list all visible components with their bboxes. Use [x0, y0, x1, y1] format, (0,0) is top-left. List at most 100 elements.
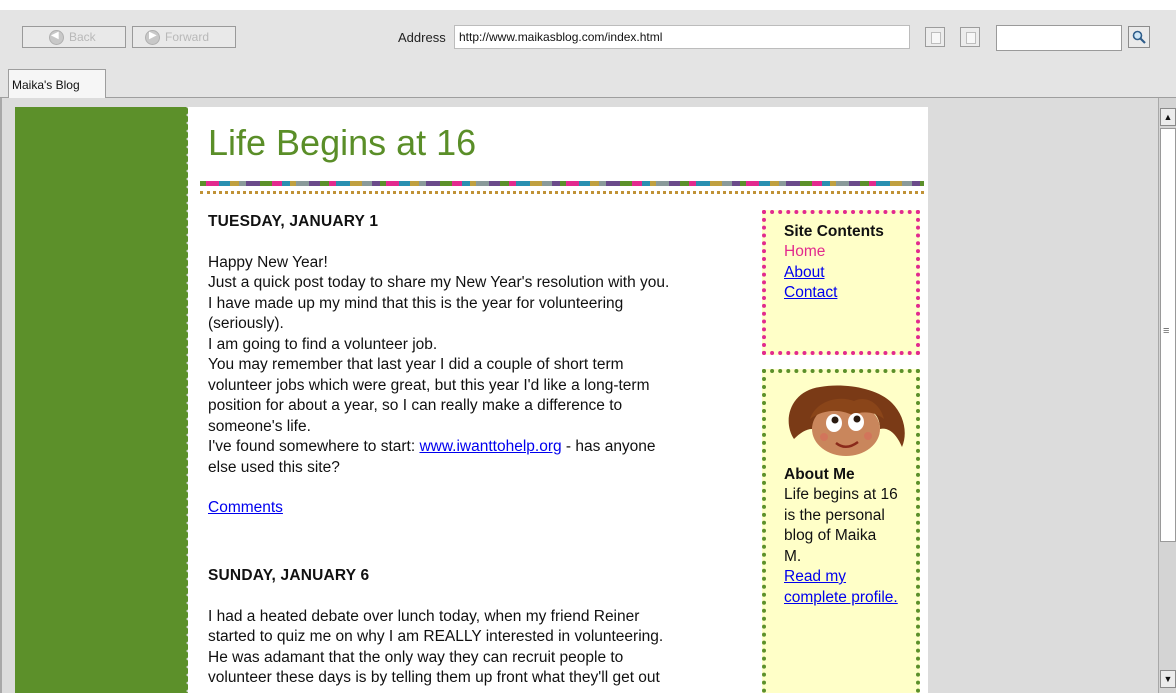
post-date: SUNDAY, JANUARY 6: [208, 567, 370, 584]
post-text: I've found somewhere to start:: [208, 438, 420, 455]
stripe-segment: [290, 181, 296, 186]
stripe-segment: [620, 181, 632, 186]
stripe-segment: [779, 181, 786, 186]
decorative-stripe: [200, 181, 924, 186]
stripe-segment: [890, 181, 902, 186]
stripe-segment: [740, 181, 746, 186]
blog-post: TUESDAY, JANUARY 1 Happy New Year! Just …: [208, 212, 728, 519]
stripe-segment: [566, 181, 579, 186]
stripe-segment: [800, 181, 812, 186]
scroll-down-icon[interactable]: ▼: [1160, 670, 1176, 688]
stripe-segment: [542, 181, 552, 186]
stripe-segment: [920, 181, 924, 186]
search-input[interactable]: [996, 25, 1122, 51]
page-viewport: Life Begins at 16 TUESDAY, JANUARY 1 Hap…: [0, 98, 1158, 693]
green-side-column: [15, 107, 186, 693]
stripe-segment: [410, 181, 419, 186]
stripe-segment: [219, 181, 230, 186]
post-line: position for about a year, so I can real…: [208, 397, 623, 414]
stripe-segment: [759, 181, 770, 186]
scroll-up-icon[interactable]: ▲: [1160, 108, 1176, 126]
stripe-segment: [470, 181, 476, 186]
stripe-segment: [476, 181, 489, 186]
about-me-title: About Me: [784, 466, 855, 483]
blog-post: SUNDAY, JANUARY 6 I had a heated debate …: [208, 566, 728, 689]
profile-link-line: complete profile.: [784, 588, 898, 606]
iwanttohelp-link[interactable]: www.iwanttohelp.org: [419, 438, 561, 455]
stripe-segment: [869, 181, 876, 186]
tab-maikas-blog[interactable]: Maika's Blog: [8, 69, 106, 98]
stripe-segment: [632, 181, 642, 186]
stripe-segment: [500, 181, 509, 186]
stripe-segment: [516, 181, 530, 186]
about-me-box: About Me Life begins at 16 is the person…: [762, 369, 920, 693]
stripe-segment: [770, 181, 779, 186]
stripe-segment: [812, 181, 822, 186]
post-line: started to quiz me on why I am REALLY in…: [208, 628, 664, 645]
stripe-segment: [452, 181, 462, 186]
avatar: [788, 385, 905, 456]
nav-link-home[interactable]: Home: [784, 242, 898, 263]
stripe-segment: [239, 181, 246, 186]
post-line: I had a heated debate over lunch today, …: [208, 607, 640, 625]
nav-link-contact[interactable]: Contact: [784, 283, 898, 304]
address-input[interactable]: http://www.maikasblog.com/index.html: [454, 25, 910, 49]
post-line: I have made up my mind that this is the …: [208, 294, 624, 312]
stripe-segment: [656, 181, 669, 186]
copy-icon[interactable]: [925, 27, 945, 47]
stripe-segment: [680, 181, 689, 186]
address-label: Address: [398, 30, 446, 45]
nav-link-about[interactable]: About: [784, 263, 898, 284]
stripe-segment: [230, 181, 239, 186]
about-line: Life begins at 16: [784, 486, 898, 503]
about-line: M.: [784, 547, 802, 565]
blog-page: Life Begins at 16 TUESDAY, JANUARY 1 Hap…: [188, 107, 928, 693]
stripe-segment: [260, 181, 272, 186]
scrollbar-thumb[interactable]: [1160, 128, 1176, 542]
about-line: is the personal: [784, 506, 885, 524]
post-date: TUESDAY, JANUARY 1: [208, 213, 379, 230]
stripe-segment: [746, 181, 759, 186]
stripe-segment: [860, 181, 869, 186]
stripe-segment: [902, 181, 912, 186]
post-line: (seriously).: [208, 315, 284, 332]
stripe-segment: [309, 181, 320, 186]
blog-title: Life Begins at 16: [208, 122, 477, 163]
site-contents-title: Site Contents: [784, 223, 884, 240]
site-contents-box: Site Contents Home About Contact: [762, 210, 920, 355]
dotted-divider: [200, 191, 924, 194]
stripe-segment: [876, 181, 890, 186]
search-button[interactable]: [1128, 26, 1150, 48]
stripe-segment: [560, 181, 566, 186]
stripe-segment: [830, 181, 836, 186]
profile-link-line: Read my: [784, 568, 847, 585]
vertical-scrollbar[interactable]: ▲ ▼: [1158, 98, 1176, 693]
stripe-segment: [642, 181, 650, 186]
stripe-segment: [912, 181, 920, 186]
stripe-segment: [509, 181, 516, 186]
stripe-segment: [822, 181, 830, 186]
stripe-segment: [296, 181, 309, 186]
about-line: blog of Maika: [784, 527, 877, 544]
forward-arrow-icon: [145, 30, 160, 45]
stripe-segment: [362, 181, 372, 186]
stripe-segment: [689, 181, 696, 186]
paste-icon[interactable]: [960, 27, 980, 47]
stripe-segment: [552, 181, 560, 186]
stripe-segment: [336, 181, 350, 186]
stripe-segment: [599, 181, 606, 186]
stripe-segment: [579, 181, 590, 186]
stripe-segment: [462, 181, 470, 186]
post-line: You may remember that last year I did a …: [208, 356, 624, 373]
post-line: else used this site?: [208, 458, 340, 476]
stripe-segment: [849, 181, 860, 186]
post-line: Happy New Year!: [208, 253, 328, 271]
back-button[interactable]: Back: [22, 26, 126, 48]
forward-button[interactable]: Forward: [132, 26, 236, 48]
magnifier-icon: [1132, 30, 1146, 44]
stripe-segment: [440, 181, 452, 186]
profile-link[interactable]: Read my complete profile.: [784, 567, 898, 608]
stripe-segment: [246, 181, 260, 186]
comments-link[interactable]: Comments: [208, 498, 283, 519]
post-line: someone's life.: [208, 417, 311, 435]
